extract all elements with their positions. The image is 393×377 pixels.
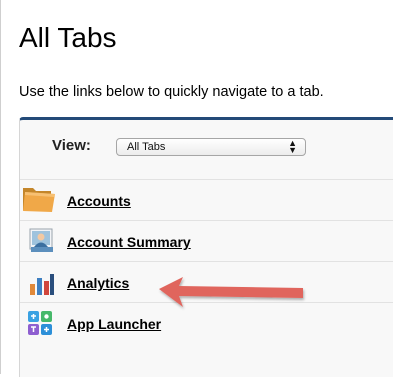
view-label: View: <box>52 137 91 154</box>
tab-link-accounts[interactable]: Accounts <box>67 193 131 209</box>
analytics-bar-icon <box>30 274 54 295</box>
tab-row-account-summary: Account Summary <box>20 220 393 261</box>
view-select[interactable]: All Tabs ▲ ▼ <box>116 138 306 156</box>
view-select-value: All Tabs <box>127 141 166 153</box>
tab-row-accounts: Accounts <box>20 179 393 220</box>
view-filter-row: View: All Tabs ▲ ▼ <box>20 120 393 162</box>
account-summary-icon <box>29 228 53 252</box>
all-tabs-page: All Tabs Use the links below to quickly … <box>0 0 393 377</box>
app-launcher-grid-icon <box>28 311 52 335</box>
annotation-arrow-icon <box>159 277 303 307</box>
page-description: Use the links below to quickly navigate … <box>19 84 324 100</box>
tab-link-account-summary[interactable]: Account Summary <box>67 234 191 250</box>
tab-link-analytics[interactable]: Analytics <box>67 275 129 291</box>
select-updown-icon: ▲ ▼ <box>288 138 297 155</box>
folder-icon <box>23 188 55 212</box>
page-title: All Tabs <box>19 22 117 53</box>
tabs-panel: View: All Tabs ▲ ▼ Accounts Account Summ… <box>19 117 393 377</box>
tab-link-app-launcher[interactable]: App Launcher <box>67 316 161 332</box>
